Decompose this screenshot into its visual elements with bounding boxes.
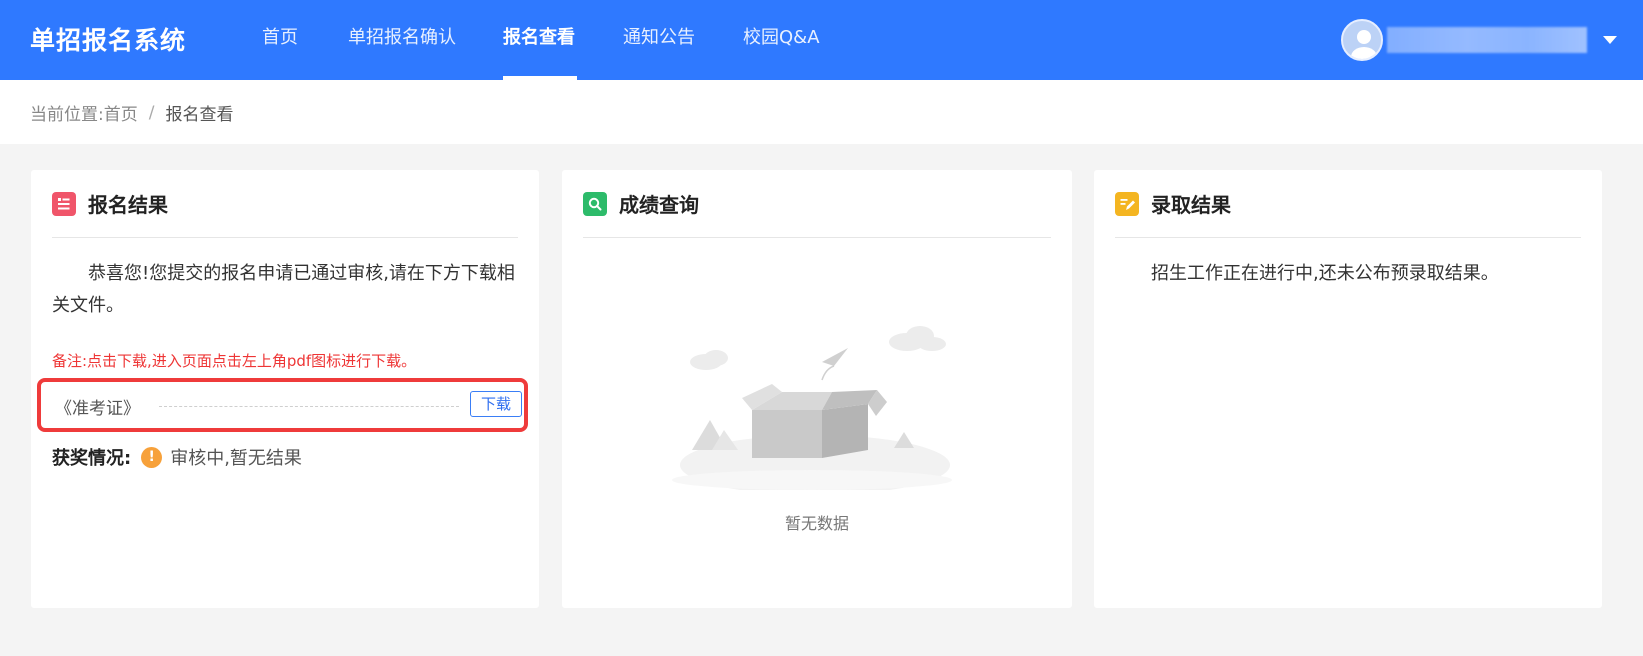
card-admission-result: 录取结果 招生工作正在进行中,还未公布预录取结果。 [1094, 170, 1602, 608]
admission-message: 招生工作正在进行中,还未公布预录取结果。 [1151, 263, 1499, 284]
nav-item-home[interactable]: 首页 [262, 0, 348, 80]
award-status-text: 审核中,暂无结果 [170, 448, 302, 469]
breadcrumb-current: 报名查看 [165, 105, 234, 125]
file-name: 《准考证》 [55, 399, 140, 419]
main-nav: 首页 单招报名确认 报名查看 通知公告 校园Q&A [262, 0, 853, 80]
download-note: 备注:点击下载,进入页面点击左上角pdf图标进行下载。 [52, 352, 417, 370]
brand-title: 单招报名系统 [30, 26, 187, 55]
chevron-down-icon[interactable] [1603, 36, 1617, 44]
user-menu[interactable] [1341, 18, 1617, 62]
card-title: 报名结果 [88, 193, 168, 217]
card-header: 成绩查询 [583, 170, 1051, 238]
dotted-leader [159, 406, 459, 407]
user-name-redacted [1387, 27, 1587, 53]
breadcrumb-prefix: 当前位置: [30, 105, 104, 125]
breadcrumb-separator: / [148, 102, 155, 123]
award-status: 获奖情况: ! 审核中,暂无结果 [52, 444, 302, 470]
search-icon [583, 191, 607, 216]
empty-box-illustration [672, 326, 952, 490]
result-message: 恭喜您!您提交的报名申请已通过审核,请在下方下载相关文件。 [52, 263, 515, 316]
card-title: 录取结果 [1151, 193, 1231, 217]
empty-data-text: 暂无数据 [784, 514, 849, 533]
warning-icon: ! [141, 446, 163, 468]
breadcrumb-home-link[interactable]: 首页 [104, 100, 138, 125]
card-header: 报名结果 [52, 170, 518, 238]
breadcrumb-bar: 当前位置: 首页 / 报名查看 [0, 80, 1643, 144]
avatar [1341, 19, 1383, 61]
document-list-icon [52, 191, 76, 216]
card-title: 成绩查询 [619, 193, 699, 217]
nav-item-notices[interactable]: 通知公告 [623, 0, 743, 80]
card-score-query: 成绩查询 暂无数据 [562, 170, 1072, 608]
nav-item-qa[interactable]: 校园Q&A [743, 0, 853, 80]
edit-icon [1115, 191, 1139, 216]
download-button[interactable]: 下载 [470, 391, 522, 417]
nav-item-view[interactable]: 报名查看 [503, 0, 577, 80]
award-label: 获奖情况: [52, 448, 132, 469]
breadcrumb: 当前位置: 首页 / 报名查看 [30, 100, 234, 126]
highlighted-file-row: 《准考证》 下载 [37, 378, 528, 432]
user-icon [1351, 30, 1377, 59]
card-header: 录取结果 [1115, 170, 1581, 238]
card-registration-result: 报名结果 恭喜您!您提交的报名申请已通过审核,请在下方下载相关文件。 备注:点击… [31, 170, 539, 608]
nav-item-confirm[interactable]: 单招报名确认 [348, 0, 503, 80]
top-header: 单招报名系统 首页 单招报名确认 报名查看 通知公告 校园Q&A [0, 0, 1643, 80]
